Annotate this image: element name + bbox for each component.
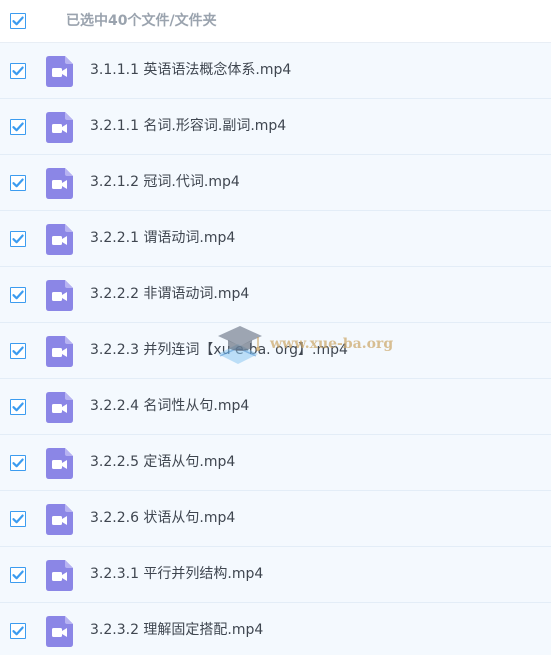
file-row[interactable]: 3.2.1.1 名词.形容词.副词.mp4	[0, 99, 551, 155]
file-name[interactable]: 3.1.1.1 英语语法概念体系.mp4	[90, 43, 291, 98]
file-list: 已选中40个文件/文件夹 3.1.1.1 英语语法概念体系.mp4 3.2.1.…	[0, 0, 551, 655]
file-name[interactable]: 3.2.3.2 理解固定搭配.mp4	[90, 603, 263, 655]
video-file-icon	[46, 112, 73, 143]
video-file-icon	[46, 616, 73, 647]
file-name[interactable]: 3.2.2.3 并列连词【xu e-ba. org】.mp4	[90, 323, 348, 378]
file-checkbox[interactable]	[10, 63, 26, 79]
file-checkbox[interactable]	[10, 175, 26, 191]
video-file-icon	[46, 56, 73, 87]
file-row[interactable]: 3.2.3.2 理解固定搭配.mp4	[0, 603, 551, 655]
file-checkbox[interactable]	[10, 287, 26, 303]
file-row[interactable]: 3.2.2.2 非谓语动词.mp4	[0, 267, 551, 323]
file-checkbox[interactable]	[10, 511, 26, 527]
video-file-icon	[46, 448, 73, 479]
file-checkbox[interactable]	[10, 343, 26, 359]
file-row[interactable]: 3.2.1.2 冠词.代词.mp4	[0, 155, 551, 211]
file-name[interactable]: 3.2.2.4 名词性从句.mp4	[90, 379, 249, 434]
selection-header: 已选中40个文件/文件夹	[0, 0, 551, 43]
file-name[interactable]: 3.2.1.1 名词.形容词.副词.mp4	[90, 99, 286, 154]
file-checkbox[interactable]	[10, 567, 26, 583]
file-row[interactable]: 3.2.2.5 定语从句.mp4	[0, 435, 551, 491]
file-name[interactable]: 3.2.1.2 冠词.代词.mp4	[90, 155, 240, 210]
video-file-icon	[46, 280, 73, 311]
video-file-icon	[46, 168, 73, 199]
file-checkbox[interactable]	[10, 399, 26, 415]
video-file-icon	[46, 336, 73, 367]
video-file-icon	[46, 224, 73, 255]
file-rows: 3.1.1.1 英语语法概念体系.mp4 3.2.1.1 名词.形容词.副词.m…	[0, 43, 551, 655]
file-name[interactable]: 3.2.3.1 平行并列结构.mp4	[90, 547, 263, 602]
file-checkbox[interactable]	[10, 623, 26, 639]
file-row[interactable]: 3.2.2.6 状语从句.mp4	[0, 491, 551, 547]
file-row[interactable]: 3.2.3.1 平行并列结构.mp4	[0, 547, 551, 603]
file-name[interactable]: 3.2.2.5 定语从句.mp4	[90, 435, 235, 490]
file-name[interactable]: 3.2.2.6 状语从句.mp4	[90, 491, 235, 546]
file-row[interactable]: 3.2.2.3 并列连词【xu e-ba. org】.mp4	[0, 323, 551, 379]
file-name[interactable]: 3.2.2.1 谓语动词.mp4	[90, 211, 235, 266]
file-checkbox[interactable]	[10, 119, 26, 135]
selection-count-label: 已选中40个文件/文件夹	[66, 13, 217, 29]
video-file-icon	[46, 392, 73, 423]
video-file-icon	[46, 560, 73, 591]
video-file-icon	[46, 504, 73, 535]
file-checkbox[interactable]	[10, 231, 26, 247]
file-row[interactable]: 3.2.2.1 谓语动词.mp4	[0, 211, 551, 267]
select-all-checkbox[interactable]	[10, 13, 26, 29]
file-row[interactable]: 3.1.1.1 英语语法概念体系.mp4	[0, 43, 551, 99]
file-row[interactable]: 3.2.2.4 名词性从句.mp4	[0, 379, 551, 435]
file-name[interactable]: 3.2.2.2 非谓语动词.mp4	[90, 267, 249, 322]
file-checkbox[interactable]	[10, 455, 26, 471]
